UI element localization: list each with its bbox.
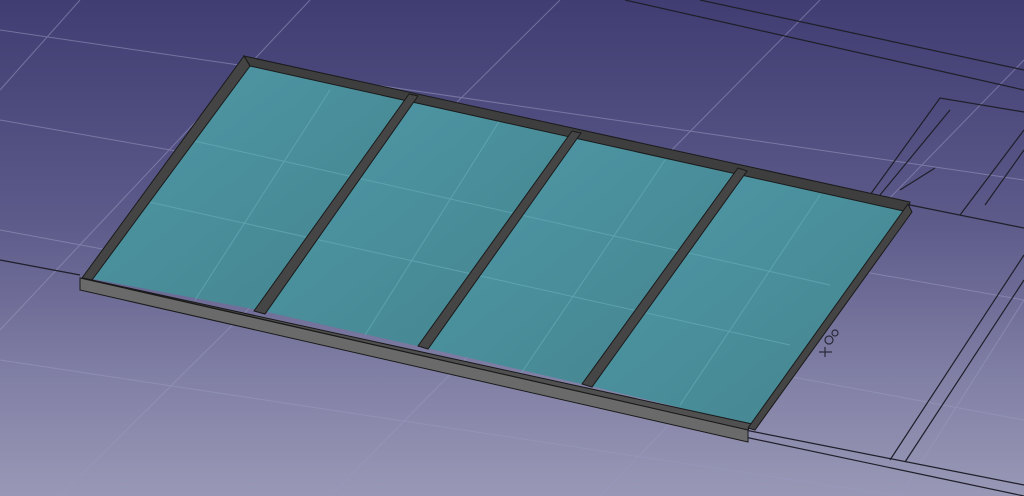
scene-canvas[interactable] [0,0,1024,496]
3d-viewport[interactable] [0,0,1024,496]
